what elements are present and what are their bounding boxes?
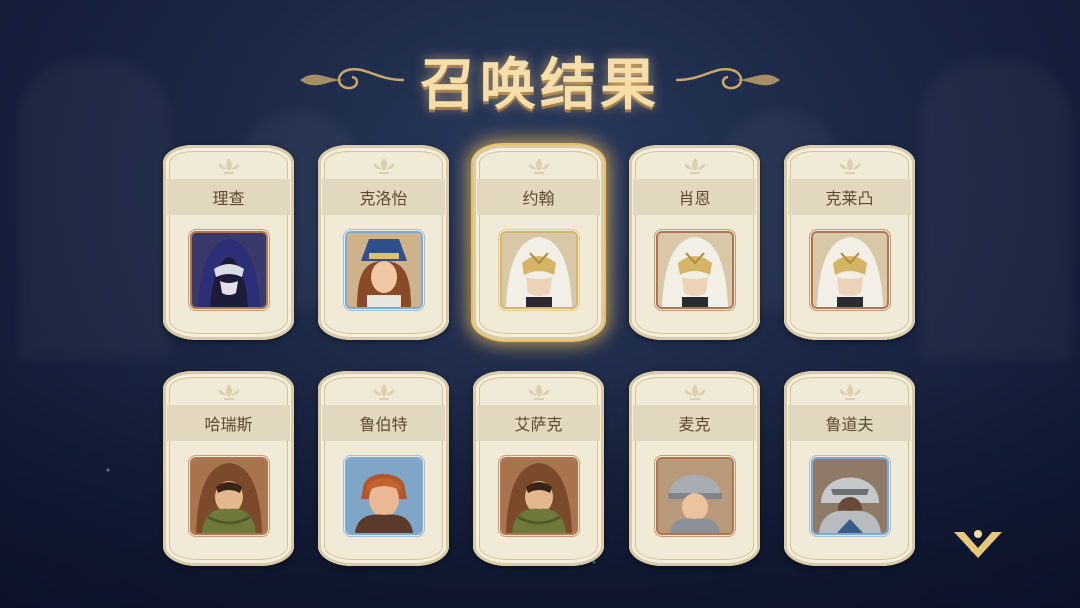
fleur-de-lis-icon <box>839 158 860 174</box>
right-flourish-icon <box>675 68 780 90</box>
hero-card[interactable]: 克莱凸 <box>784 145 915 340</box>
hero-card[interactable]: 哈瑞斯 <box>163 371 294 566</box>
hero-name-bar: 鲁伯特 <box>322 405 445 441</box>
blue-hat-woman-icon <box>346 233 421 307</box>
hero-name-bar: 肖恩 <box>633 179 756 215</box>
hero-portrait <box>657 233 732 307</box>
hero-portrait <box>812 233 887 307</box>
fleur-de-lis-icon <box>373 384 394 400</box>
title-banner: 召唤结果 <box>0 40 1080 120</box>
hero-name: 艾萨克 <box>514 415 563 434</box>
armored-knight-icon <box>812 459 887 533</box>
hero-name-bar: 理查 <box>167 179 290 215</box>
fleur-de-lis-icon <box>218 158 239 174</box>
hero-name: 哈瑞斯 <box>204 415 253 434</box>
hero-card[interactable]: 鲁道夫 <box>784 371 915 566</box>
hero-card[interactable]: 约翰 <box>473 145 604 340</box>
hero-portrait <box>346 233 421 307</box>
fleur-de-lis-icon <box>839 384 860 400</box>
fleur-de-lis-icon <box>684 158 705 174</box>
hero-name: 肖恩 <box>678 189 711 208</box>
hero-name: 克洛怡 <box>359 189 408 208</box>
hero-name: 理查 <box>212 189 245 208</box>
hero-portrait <box>812 459 887 533</box>
hero-name-bar: 哈瑞斯 <box>167 405 290 441</box>
brown-hood-green-scarf-icon <box>501 459 576 533</box>
hero-card[interactable]: 麦克 <box>629 371 760 566</box>
hero-portrait <box>346 459 421 533</box>
hero-name-bar: 麦克 <box>633 405 756 441</box>
hero-name-bar: 克洛怡 <box>322 179 445 215</box>
hero-name: 麦克 <box>678 415 711 434</box>
hero-portrait <box>657 459 732 533</box>
hero-card[interactable]: 肖恩 <box>629 145 760 340</box>
hero-portrait <box>501 459 576 533</box>
hero-name: 约翰 <box>522 189 555 208</box>
left-flourish-icon <box>300 68 405 90</box>
hero-card[interactable]: 鲁伯特 <box>318 371 449 566</box>
white-hood-gold-mask-icon <box>501 233 576 307</box>
hero-name: 克莱凸 <box>825 189 874 208</box>
white-hood-gold-mask-icon <box>657 233 732 307</box>
red-haired-man-icon <box>346 459 421 533</box>
hero-name-bar: 约翰 <box>477 179 600 215</box>
brown-hood-green-scarf-icon <box>191 459 266 533</box>
hero-name-bar: 鲁道夫 <box>788 405 911 441</box>
hero-portrait <box>501 233 576 307</box>
fleur-de-lis-icon <box>528 158 549 174</box>
page-title: 召唤结果 <box>420 51 660 118</box>
fleur-de-lis-icon <box>218 384 239 400</box>
hero-card[interactable]: 艾萨克 <box>473 371 604 566</box>
hero-card[interactable]: 克洛怡 <box>318 145 449 340</box>
hero-name-bar: 克莱凸 <box>788 179 911 215</box>
hero-name: 鲁伯特 <box>359 415 408 434</box>
hooded-masked-purple-icon <box>191 233 266 307</box>
fleur-de-lis-icon <box>684 384 705 400</box>
steel-helmet-soldier-icon <box>657 459 732 533</box>
hero-portrait <box>191 233 266 307</box>
white-hood-gold-mask-icon <box>812 233 887 307</box>
continue-button[interactable] <box>952 524 1004 564</box>
hero-name-bar: 艾萨克 <box>477 405 600 441</box>
fleur-de-lis-icon <box>373 158 394 174</box>
hero-portrait <box>191 459 266 533</box>
fleur-de-lis-icon <box>528 384 549 400</box>
hero-card[interactable]: 理查 <box>163 145 294 340</box>
hero-name: 鲁道夫 <box>825 415 874 434</box>
chevron-down-icon <box>954 530 1002 558</box>
